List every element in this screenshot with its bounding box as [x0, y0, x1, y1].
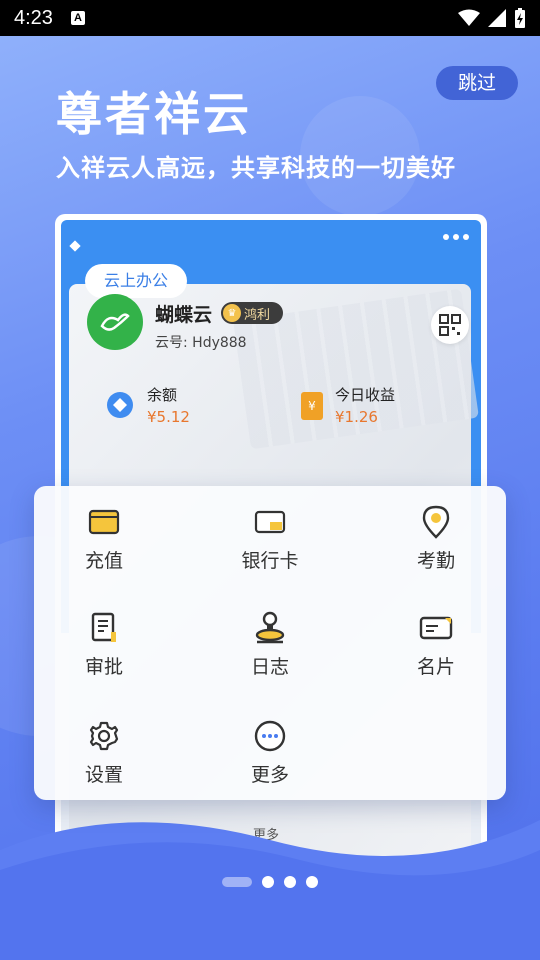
more-dots-icon: [443, 234, 469, 240]
wifi-icon: [458, 9, 480, 26]
page-subtitle: 入祥云人高远，共享科技的一切美好: [56, 154, 456, 182]
more-icon: [254, 720, 286, 752]
status-bar: 4:23 A: [0, 0, 540, 36]
qr-code-button: [431, 306, 469, 344]
skip-button[interactable]: 跳过: [436, 66, 518, 100]
signal-icon: [488, 9, 506, 27]
card-icon: [254, 510, 286, 534]
income-icon: ¥: [301, 392, 323, 420]
grid-label-more: 更多: [250, 764, 289, 786]
grid-label-bank-card: 银行卡: [241, 550, 299, 572]
business-card-icon: [419, 616, 453, 640]
grid-item-approval[interactable]: 审批: [34, 610, 174, 679]
notification-icon: A: [70, 11, 85, 25]
grid-item-recharge[interactable]: 充值: [34, 504, 174, 573]
avatar: [87, 294, 143, 350]
vip-badge-label: 鸿利: [244, 307, 271, 323]
balance-label: 余额: [147, 386, 178, 404]
page-dot[interactable]: [306, 876, 318, 888]
cloud-office-tag: 云上办公: [85, 264, 187, 298]
grid-label-recharge: 充值: [84, 550, 123, 572]
profile-name: 蝴蝶云: [155, 304, 213, 326]
grid-label-business-card: 名片: [416, 656, 455, 678]
bottom-wave: [0, 820, 540, 960]
page-dot[interactable]: [262, 876, 274, 888]
grid-item-attendance[interactable]: 考勤: [366, 504, 506, 573]
page-dot[interactable]: [284, 876, 296, 888]
location-pin-icon: [422, 505, 450, 539]
wallet-icon: [88, 509, 120, 535]
balance-icon: [107, 392, 133, 418]
balance-value: ¥5.12: [147, 408, 190, 426]
stamp-icon: [255, 611, 285, 644]
income-value: ¥1.26: [335, 408, 378, 426]
crown-icon: ♛: [223, 304, 241, 322]
page-dot-active[interactable]: [222, 877, 252, 887]
status-indicators: [458, 8, 526, 28]
grid-label-approval: 审批: [84, 656, 123, 678]
document-icon: [91, 612, 116, 642]
page-title: 尊者祥云: [56, 87, 252, 141]
gear-icon: [89, 721, 119, 751]
grid-label-attendance: 考勤: [416, 550, 455, 572]
feature-card: 充值 银行卡 考勤 审批 日志 名片 设置 更多: [34, 486, 506, 800]
qr-code-icon: [439, 314, 461, 336]
page-indicator: [0, 876, 540, 888]
butterfly-logo-icon: [100, 313, 130, 331]
battery-icon: [515, 8, 525, 28]
grid-label-log: 日志: [250, 656, 289, 678]
grid-label-settings: 设置: [84, 764, 123, 786]
grid-item-settings[interactable]: 设置: [34, 718, 174, 787]
grid-item-business-card[interactable]: 名片: [366, 610, 506, 679]
grid-item-more[interactable]: 更多: [200, 718, 340, 787]
income-label: 今日收益: [335, 386, 396, 404]
profile-id: 云号: Hdy888: [155, 335, 247, 351]
grid-item-log[interactable]: 日志: [200, 610, 340, 679]
sparkle-icon: [69, 240, 81, 252]
grid-item-bank-card[interactable]: 银行卡: [200, 504, 340, 573]
vip-badge: ♛ 鸿利: [221, 302, 283, 324]
status-time: 4:23: [14, 6, 53, 29]
